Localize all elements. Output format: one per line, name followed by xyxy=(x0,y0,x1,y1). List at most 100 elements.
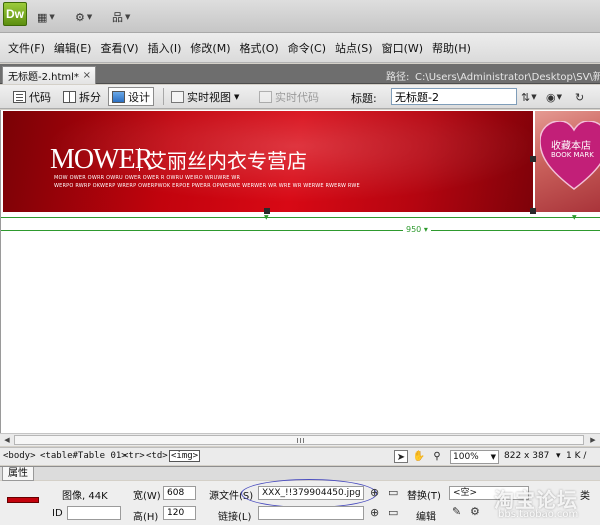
menu-modify[interactable]: 修改(M) xyxy=(188,40,237,56)
design-icon xyxy=(112,90,125,103)
split-view-label: 拆分 xyxy=(79,90,101,104)
favorite-store-image[interactable]: 收藏本店 BOOK MARK xyxy=(535,111,600,212)
banner-tagline-1: MOW OWER OWRR OWRU OWER OWER R OWRU WEIR… xyxy=(54,175,241,181)
highlight-oval xyxy=(241,479,377,508)
path-label: 路径: xyxy=(386,72,410,83)
toolbar-divider xyxy=(163,88,164,105)
code-view-button[interactable]: 代码 xyxy=(10,87,54,106)
live-code-label: 实时代码 xyxy=(275,90,319,104)
document-tab-title: 无标题-2.html* xyxy=(8,72,79,83)
point-to-file-icon[interactable]: ⊕ xyxy=(370,506,379,519)
height-label: 高(H) xyxy=(133,512,159,523)
tag-selector-img[interactable]: <img> xyxy=(169,450,201,462)
scroll-left-arrow-icon[interactable]: ◀ xyxy=(1,435,13,446)
title-input[interactable] xyxy=(391,88,517,105)
live-view-button[interactable]: 实时视图 ▼ xyxy=(168,87,242,106)
folder-icon[interactable]: ▭ xyxy=(388,506,398,519)
horizontal-scrollbar[interactable]: ◀ ▶ xyxy=(0,433,600,446)
image-thumbnail xyxy=(7,497,39,503)
properties-tab-bar: 属性 xyxy=(0,466,600,481)
banner-tagline-2: WERPO RWRP OKWERP WRERP OWERPWOK ERPOE P… xyxy=(54,183,360,189)
gear-icon: ⚙ xyxy=(75,10,85,24)
zoom-select[interactable]: 100% ▼ xyxy=(450,450,499,464)
width-input[interactable] xyxy=(163,486,196,500)
class-label: 类 xyxy=(580,491,590,502)
live-view-label: 实时视图 xyxy=(187,90,231,104)
layout-icon: ▦ xyxy=(37,10,48,24)
preview-browser-button[interactable]: ◉ ▼ xyxy=(546,89,562,105)
document-toolbar: 代码 拆分 设计 实时视图 ▼ 实时代码 标题: ⇅▼ ◉▼ ↻ xyxy=(0,85,600,109)
extend-menu-button[interactable]: ⚙ ▼ xyxy=(75,8,92,26)
tag-selector-body[interactable]: <body> xyxy=(3,451,36,461)
favorite-store-text: 收藏本店 xyxy=(551,141,591,152)
column-marker-icon: ▼ xyxy=(264,214,269,221)
file-size-info: 1 K / xyxy=(566,451,587,461)
file-path: C:\Users\Administrator\Desktop\SV\新建 xyxy=(415,72,600,83)
scrollbar-thumb[interactable] xyxy=(14,435,584,445)
refresh-button[interactable]: ↻ xyxy=(575,89,584,105)
document-tab[interactable]: 无标题-2.html* × xyxy=(2,66,96,84)
split-icon xyxy=(63,90,76,103)
id-label: ID xyxy=(52,508,63,519)
layout-menu-button[interactable]: ▦ ▼ xyxy=(37,8,55,26)
tag-selector-td[interactable]: <td> xyxy=(146,451,168,461)
scroll-right-arrow-icon[interactable]: ▶ xyxy=(587,435,599,446)
banner-brand: MOWER xyxy=(50,144,153,175)
site-menu-button[interactable]: 品 ▼ xyxy=(112,8,130,26)
tag-selector-table[interactable]: <table#Table 01> xyxy=(40,451,127,461)
transfer-icon: ⇅ xyxy=(521,90,531,104)
id-input[interactable] xyxy=(67,506,121,520)
menu-insert[interactable]: 插入(I) xyxy=(146,40,189,56)
menu-format[interactable]: 格式(O) xyxy=(237,40,285,56)
resize-handle-right[interactable] xyxy=(530,156,536,162)
pencil-icon[interactable]: ✎ xyxy=(452,505,461,518)
watermark-url: bbs.taobao.com xyxy=(498,509,579,520)
banner-store-name: 艾丽丝内衣专营店 xyxy=(147,149,307,173)
folder-icon[interactable]: ▭ xyxy=(388,486,398,499)
chevron-down-icon: ▼ xyxy=(234,92,240,101)
live-code-icon xyxy=(259,90,272,103)
properties-tab[interactable]: 属性 xyxy=(2,467,34,481)
hand-tool-icon[interactable]: ✋ xyxy=(412,450,426,463)
alt-label: 替换(T) xyxy=(407,491,441,502)
zoom-value: 100% xyxy=(453,452,479,462)
banner-divider xyxy=(139,148,140,171)
code-view-label: 代码 xyxy=(29,90,51,104)
menu-view[interactable]: 查看(V) xyxy=(98,40,145,56)
table-width-label[interactable]: 950 ▾ xyxy=(403,225,431,234)
zoom-tool-icon[interactable]: ⚲ xyxy=(430,450,444,463)
select-tool-icon[interactable]: ➤ xyxy=(394,450,408,463)
status-bar: <body> <table#Table 01> <tr> <td> <img> … xyxy=(0,447,600,465)
sitemap-icon: 品 xyxy=(112,11,123,24)
banner-image[interactable]: MOWER 艾丽丝内衣专营店 MOW OWER OWRR OWRU OWER O… xyxy=(3,111,533,212)
resize-handle-corner[interactable] xyxy=(530,208,536,214)
file-management-button[interactable]: ⇅ ▼ xyxy=(521,89,537,105)
alt-value: <空> xyxy=(453,488,478,498)
edit-label: 编辑 xyxy=(416,512,436,523)
live-code-button[interactable]: 实时代码 xyxy=(256,87,322,106)
close-icon[interactable]: × xyxy=(83,70,91,81)
menu-window[interactable]: 窗口(W) xyxy=(380,40,430,56)
optimize-icon[interactable]: ⚙ xyxy=(470,505,480,518)
menu-help[interactable]: 帮助(H) xyxy=(430,40,478,56)
image-type-label: 图像, 44K xyxy=(62,491,108,502)
design-canvas[interactable]: MOWER 艾丽丝内衣专营店 MOW OWER OWRR OWRU OWER O… xyxy=(0,110,600,433)
menu-edit[interactable]: 编辑(E) xyxy=(52,40,99,56)
favorite-store-sub: BOOK MARK xyxy=(551,151,594,159)
table-width-value: 950 xyxy=(406,225,422,234)
design-view-button[interactable]: 设计 xyxy=(108,87,154,106)
link-input[interactable] xyxy=(258,506,364,520)
menu-bar: 文件(F) 编辑(E) 查看(V) 插入(I) 修改(M) 格式(O) 命令(C… xyxy=(0,33,600,63)
menu-file[interactable]: 文件(F) xyxy=(6,40,52,56)
width-label: 宽(W) xyxy=(133,491,161,502)
menu-site[interactable]: 站点(S) xyxy=(333,40,380,56)
split-view-button[interactable]: 拆分 xyxy=(60,87,104,106)
tag-selector-tr[interactable]: <tr> xyxy=(123,451,145,461)
height-input[interactable] xyxy=(163,506,196,520)
point-to-file-icon[interactable]: ⊕ xyxy=(370,486,379,499)
chevron-down-icon: ▼ xyxy=(556,93,562,101)
window-size[interactable]: 822 x 387 xyxy=(504,451,549,461)
table-width-guide-top xyxy=(1,217,600,218)
code-icon xyxy=(13,90,26,103)
menu-commands[interactable]: 命令(C) xyxy=(286,40,333,56)
